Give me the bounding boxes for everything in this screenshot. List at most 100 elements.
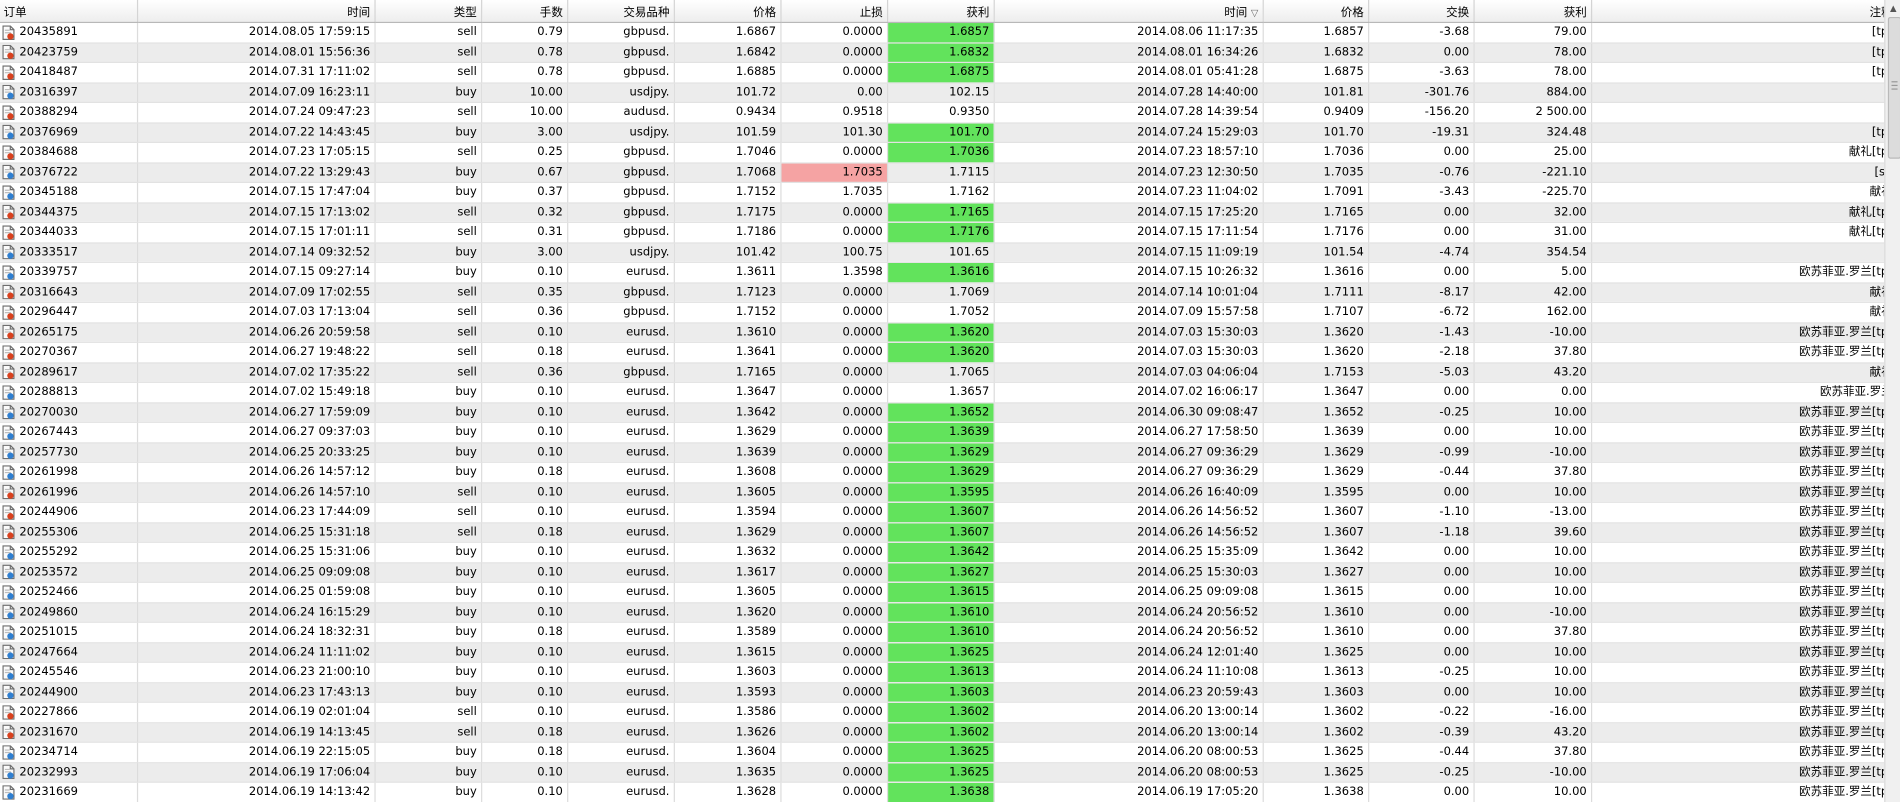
table-row[interactable]: 20234714 2014.06.19 22:15:05 buy 0.18 eurusd…	[0, 742, 1885, 763]
column-header-lots[interactable]: 手数	[481, 0, 568, 24]
cell-open-time: 2014.07.15 17:01:11	[136, 222, 376, 243]
table-row[interactable]: 20245546 2014.06.23 21:00:10 buy 0.10 eurusd…	[0, 662, 1885, 683]
table-row[interactable]: 20251015 2014.06.24 18:32:31 buy 0.18 eurusd…	[0, 622, 1885, 643]
table-row[interactable]: 20231670 2014.06.19 14:13:45 sell 0.18 eurus…	[0, 722, 1885, 743]
table-row[interactable]: 20289617 2014.07.02 17:35:22 sell 0.36 gbpus…	[0, 362, 1885, 383]
table-row[interactable]: 20339757 2014.07.15 09:27:14 buy 0.10 eurusd…	[0, 262, 1885, 283]
table-row[interactable]: 20261998 2014.06.26 14:57:12 buy 0.18 eurusd…	[0, 462, 1885, 483]
table-row[interactable]: 20345188 2014.07.15 17:47:04 buy 0.37 gbpusd…	[0, 182, 1885, 203]
cell-order: 20267443	[0, 422, 138, 443]
table-row[interactable]: 20316643 2014.07.09 17:02:55 sell 0.35 gbpus…	[0, 282, 1885, 303]
cell-symbol: gbpusd.	[567, 182, 675, 203]
cell-open-time: 2014.07.02 15:49:18	[136, 382, 376, 403]
table-row[interactable]: 20423759 2014.08.01 15:56:36 sell 0.78 gbpus…	[0, 42, 1885, 63]
table-row[interactable]: 20244900 2014.06.23 17:43:13 buy 0.10 eurusd…	[0, 682, 1885, 703]
cell-sl: 0.0000	[780, 602, 888, 623]
table-row[interactable]: 20253572 2014.06.25 09:09:08 buy 0.10 eurusd…	[0, 562, 1885, 583]
cell-open-time: 2014.06.25 15:31:06	[136, 542, 376, 563]
cell-close-price: 1.3610	[1262, 602, 1369, 623]
cell-close-price: 1.7111	[1262, 282, 1369, 303]
cell-comment: 欧苏菲亚.罗兰[tp]	[1590, 342, 1885, 363]
table-row[interactable]: 20333517 2014.07.14 09:32:52 buy 3.00 usdjpy…	[0, 242, 1885, 263]
cell-lots: 0.31	[481, 222, 568, 243]
cell-swap: -1.10	[1368, 502, 1475, 523]
column-header-symbol[interactable]: 交易品种	[567, 0, 675, 24]
cell-open-price: 101.42	[673, 242, 781, 263]
cell-open-price: 1.3629	[673, 422, 781, 443]
cell-tp: 1.7065	[886, 362, 995, 383]
table-row[interactable]: 20249860 2014.06.24 16:15:29 buy 0.10 eurusd…	[0, 602, 1885, 623]
vertical-scrollbar[interactable]: ▲	[1884, 0, 1900, 802]
column-header-open-price[interactable]: 价格	[673, 0, 781, 24]
cell-sl: 101.30	[780, 122, 888, 143]
table-row[interactable]: 20227866 2014.06.19 02:01:04 sell 0.10 eurus…	[0, 702, 1885, 723]
cell-type: sell	[374, 42, 482, 63]
column-header-type[interactable]: 类型	[374, 0, 482, 24]
table-row[interactable]: 20296447 2014.07.03 17:13:04 sell 0.36 gbpus…	[0, 302, 1885, 323]
table-row[interactable]: 20435891 2014.08.05 17:59:15 sell 0.79 gbpus…	[0, 22, 1885, 43]
cell-close-time: 2014.06.20 08:00:53	[993, 762, 1264, 783]
table-row[interactable]: 20231669 2014.06.19 14:13:42 buy 0.10 eurusd…	[0, 782, 1885, 802]
table-header-row: 订单时间类型手数交易品种价格止损获利时间▽价格交换获利注释	[0, 0, 1885, 24]
cell-symbol: eurusd.	[567, 382, 675, 403]
table-row[interactable]: 20267443 2014.06.27 09:37:03 buy 0.10 eurusd…	[0, 422, 1885, 443]
cell-sl: 0.0000	[780, 202, 888, 223]
column-header-label: 获利	[1563, 6, 1587, 20]
table-row[interactable]: 20344033 2014.07.15 17:01:11 sell 0.31 gbpus…	[0, 222, 1885, 243]
table-row[interactable]: 20232993 2014.06.19 17:06:04 buy 0.10 eurusd…	[0, 762, 1885, 783]
cell-open-price: 1.3611	[673, 262, 781, 283]
cell-order: 20255292	[0, 542, 138, 563]
cell-swap: -301.76	[1368, 82, 1475, 103]
table-row[interactable]: 20376722 2014.07.22 13:29:43 buy 0.67 gbpusd…	[0, 162, 1885, 183]
table-row[interactable]: 20270030 2014.06.27 17:59:09 buy 0.10 eurusd…	[0, 402, 1885, 423]
table-row[interactable]: 20376969 2014.07.22 14:43:45 buy 3.00 usdjpy…	[0, 122, 1885, 143]
column-header-sl[interactable]: 止损	[780, 0, 888, 24]
table-row[interactable]: 20257730 2014.06.25 20:33:25 buy 0.10 eurusd…	[0, 442, 1885, 463]
cell-order: 20423759	[0, 42, 138, 63]
table-row[interactable]: 20255306 2014.06.25 15:31:18 sell 0.18 eurus…	[0, 522, 1885, 543]
column-header-tp[interactable]: 获利	[886, 0, 995, 24]
column-header-profit[interactable]: 获利	[1473, 0, 1592, 24]
table-row[interactable]: 20255292 2014.06.25 15:31:06 buy 0.10 eurusd…	[0, 542, 1885, 563]
column-header-open-time[interactable]: 时间	[136, 0, 376, 24]
table-row[interactable]: 20270367 2014.06.27 19:48:22 sell 0.18 eurus…	[0, 342, 1885, 363]
cell-close-time: 2014.06.27 09:36:29	[993, 442, 1264, 463]
table-row[interactable]: 20418487 2014.07.31 17:11:02 sell 0.78 gbpus…	[0, 62, 1885, 83]
table-row[interactable]: 20288813 2014.07.02 15:49:18 buy 0.10 eurusd…	[0, 382, 1885, 403]
cell-tp: 1.3625	[886, 742, 995, 763]
table-row[interactable]: 20244906 2014.06.23 17:44:09 sell 0.10 eurus…	[0, 502, 1885, 523]
document-blue-icon	[2, 644, 15, 660]
column-header-close-price[interactable]: 价格	[1262, 0, 1369, 24]
cell-open-time: 2014.06.25 20:33:25	[136, 442, 376, 463]
table-row[interactable]: 20384688 2014.07.23 17:05:15 sell 0.25 gbpus…	[0, 142, 1885, 163]
cell-order: 20339757	[0, 262, 138, 283]
cell-tp: 1.3639	[886, 422, 995, 443]
table-row[interactable]: 20344375 2014.07.15 17:13:02 sell 0.32 gbpus…	[0, 202, 1885, 223]
cell-symbol: eurusd.	[567, 782, 675, 802]
cell-swap: -1.18	[1368, 522, 1475, 543]
cell-comment: 欧苏菲亚.罗兰[tp]	[1590, 562, 1885, 583]
cell-profit: 10.00	[1473, 662, 1592, 683]
table-row[interactable]: 20265175 2014.06.26 20:59:58 sell 0.10 eurus…	[0, 322, 1885, 343]
table-row[interactable]: 20261996 2014.06.26 14:57:10 sell 0.10 eurus…	[0, 482, 1885, 503]
cell-lots: 0.18	[481, 462, 568, 483]
table-row[interactable]: 20247664 2014.06.24 11:11:02 buy 0.10 eurusd…	[0, 642, 1885, 663]
column-header-close-time[interactable]: 时间 ▽	[993, 0, 1264, 24]
cell-lots: 0.10	[481, 502, 568, 523]
column-header-order[interactable]: 订单	[0, 0, 138, 24]
table-row[interactable]: 20316397 2014.07.09 16:23:11 buy 10.00 usdjp…	[0, 82, 1885, 103]
table-row[interactable]: 20252466 2014.06.25 01:59:08 buy 0.10 eurusd…	[0, 582, 1885, 603]
cell-open-time: 2014.06.27 09:37:03	[136, 422, 376, 443]
cell-close-price: 1.3620	[1262, 322, 1369, 343]
cell-swap: -0.44	[1368, 462, 1475, 483]
scrollbar-thumb[interactable]	[1887, 16, 1900, 159]
cell-order: 20247664	[0, 642, 138, 663]
column-header-swap[interactable]: 交换	[1368, 0, 1475, 24]
column-header-comment[interactable]: 注释	[1590, 0, 1885, 24]
scroll-up-arrow-icon[interactable]: ▲	[1885, 0, 1900, 16]
cell-open-time: 2014.07.02 17:35:22	[136, 362, 376, 383]
cell-comment: 献礼	[1590, 282, 1885, 303]
cell-swap: 0.00	[1368, 562, 1475, 583]
cell-sl: 0.0000	[780, 282, 888, 303]
table-row[interactable]: 20388294 2014.07.24 09:47:23 sell 10.00 audu…	[0, 102, 1885, 123]
